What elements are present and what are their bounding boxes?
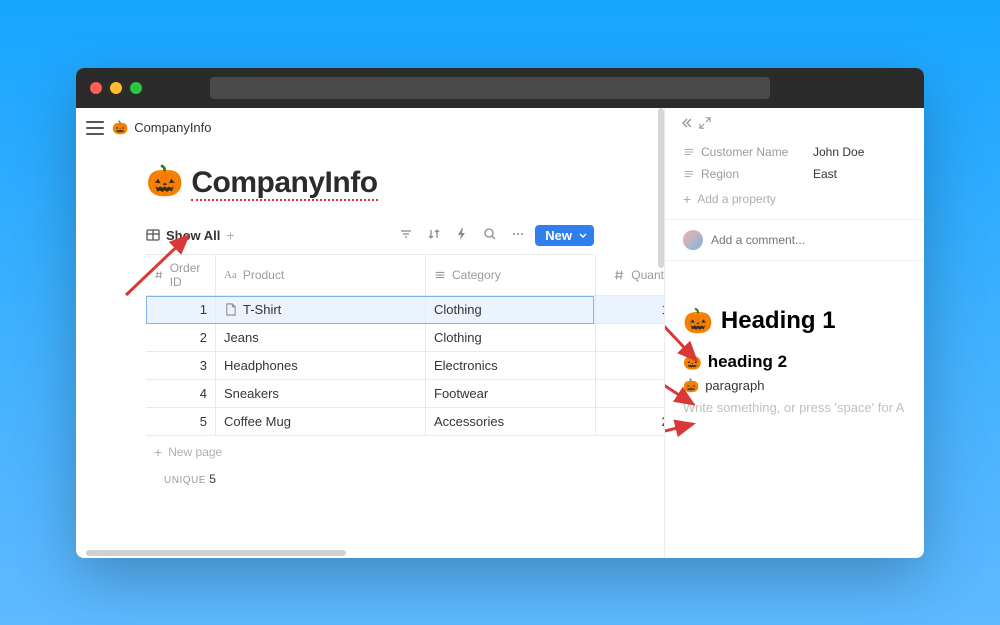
table-row[interactable]: 4 Sneakers Footwear 2 [146,380,594,408]
block-emoji: 🎃 [683,307,713,336]
page-title[interactable]: 🎃 CompanyInfo [146,166,594,201]
table-row[interactable]: 2 Jeans Clothing 5 [146,324,594,352]
paragraph-block[interactable]: 🎃 paragraph [683,378,906,394]
url-bar[interactable] [210,77,770,99]
column-category[interactable]: Category [426,255,596,296]
add-property-button[interactable]: + Add a property [665,185,924,213]
detail-body: 🎃 Heading 1 🎃 heading 2 🎃 paragraph Writ… [665,261,924,415]
empty-block-placeholder[interactable]: Write something, or press 'space' for A [683,400,906,415]
property-row[interactable]: Customer Name John Doe [665,141,924,163]
heading-1-block[interactable]: 🎃 Heading 1 [683,307,906,336]
hash-icon [154,269,164,281]
filter-icon[interactable] [395,223,417,248]
application-window: 🎃 CompanyInfo 🎃 CompanyInfo Show All + [76,68,924,558]
collapse-panel-icon[interactable] [677,116,691,135]
paragraph-text: paragraph [705,378,764,393]
text-prop-icon [683,168,695,180]
column-quantity[interactable]: Quantity [596,255,664,296]
property-row[interactable]: Region East [665,163,924,185]
tag-icon [434,269,446,281]
more-icon[interactable] [507,223,529,248]
horizontal-scrollbar[interactable] [86,548,656,558]
heading-2-text: heading 2 [708,352,787,372]
chevron-down-icon [578,230,588,240]
page-icon [224,303,237,316]
data-table: Order ID Aa Product Category Quantit [146,254,594,490]
add-view-button[interactable]: + [226,227,234,243]
window-close-button[interactable] [90,82,102,94]
table-view-icon [146,228,160,242]
breadcrumb-emoji: 🎃 [112,120,128,136]
heading-1-text: Heading 1 [721,307,836,335]
block-emoji: 🎃 [683,378,699,394]
plus-icon: + [154,444,162,460]
table-row[interactable]: 3 Headphones Electronics 3 [146,352,594,380]
view-selector[interactable]: Show All [166,228,220,243]
search-icon[interactable] [479,223,501,248]
main-pane: 🎃 CompanyInfo 🎃 CompanyInfo Show All + [76,108,664,558]
side-panel: Customer Name John Doe Region East + Add… [664,108,924,558]
text-prop-icon [683,146,695,158]
plus-icon: + [683,191,691,207]
app-body: 🎃 CompanyInfo 🎃 CompanyInfo Show All + [76,108,924,558]
breadcrumb[interactable]: 🎃 CompanyInfo [112,120,212,136]
comment-input[interactable] [711,233,906,247]
column-order-id[interactable]: Order ID [146,255,216,296]
view-toolbar: Show All + New [146,223,594,248]
title-bar [76,68,924,108]
page-emoji[interactable]: 🎃 [146,164,183,199]
block-emoji: 🎃 [683,353,702,371]
page-content: 🎃 CompanyInfo Show All + [76,148,664,490]
comment-box[interactable] [665,219,924,261]
bolt-icon[interactable] [451,223,473,248]
text-icon: Aa [224,269,237,281]
calculation-row[interactable]: UNIQUE 5 [146,468,594,490]
sort-icon[interactable] [423,223,445,248]
annotation-arrow [664,418,703,443]
cell-product[interactable]: T-Shirt [216,296,426,324]
hash-icon [613,269,625,281]
vertical-scrollbar[interactable] [656,108,664,418]
avatar [683,230,703,250]
table-row[interactable]: 5 Coffee Mug Accessories 20 [146,408,594,436]
page-title-text: CompanyInfo [191,166,377,201]
topbar: 🎃 CompanyInfo [76,108,664,148]
menu-icon[interactable] [86,121,104,135]
window-minimize-button[interactable] [110,82,122,94]
new-page-button[interactable]: + New page [146,436,594,468]
new-button-label: New [545,228,572,243]
table-header-row: Order ID Aa Product Category Quantit [146,255,594,296]
breadcrumb-title: CompanyInfo [134,120,211,135]
heading-2-block[interactable]: 🎃 heading 2 [683,352,906,372]
table-row[interactable]: 1 T-Shirt Clothing 10 [146,296,594,324]
new-button[interactable]: New [535,225,594,246]
expand-panel-icon[interactable] [699,116,711,134]
window-zoom-button[interactable] [130,82,142,94]
column-product[interactable]: Aa Product [216,255,426,296]
